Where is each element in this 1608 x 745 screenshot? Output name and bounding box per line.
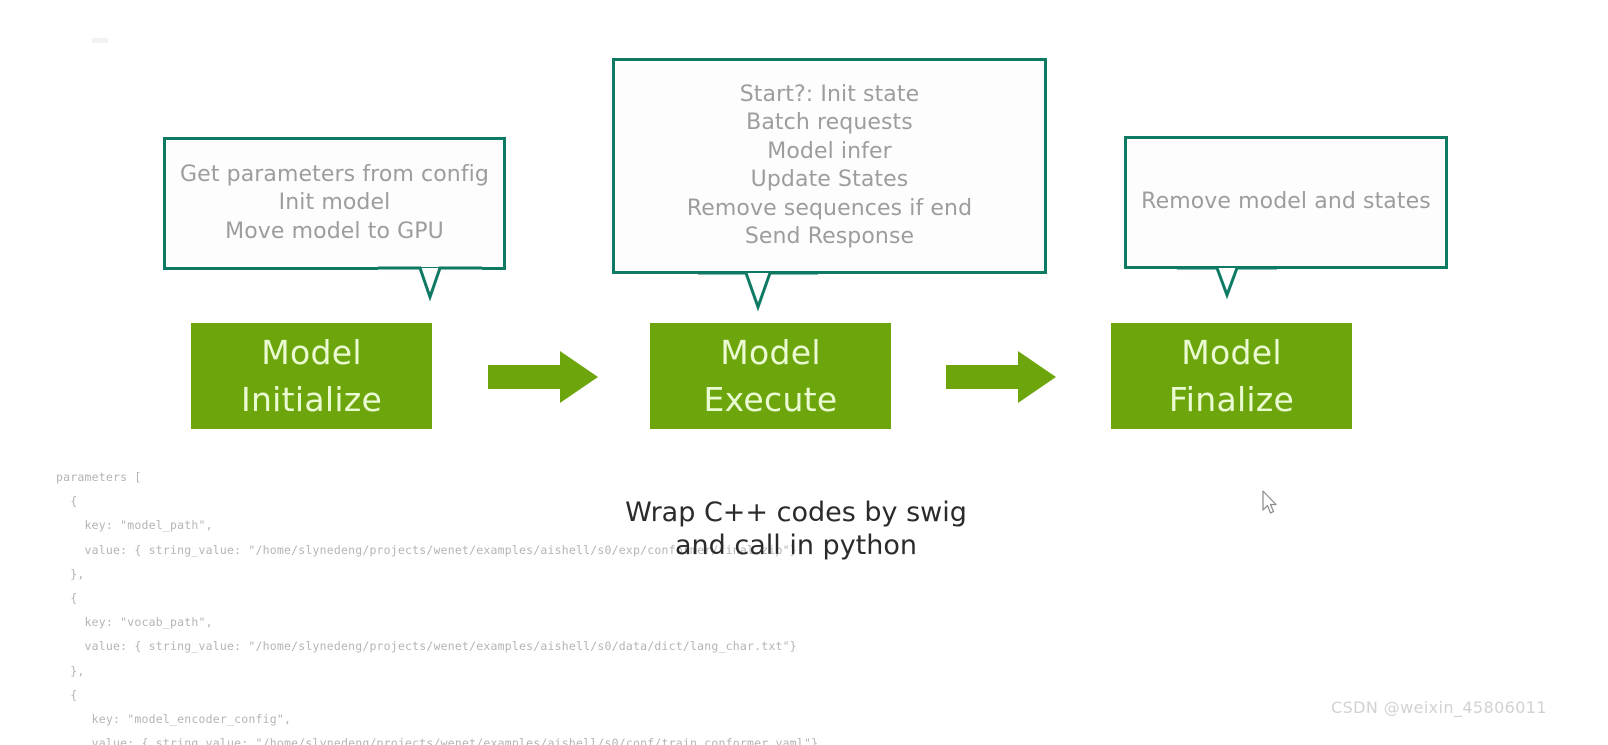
finalize-callout-notch <box>1177 266 1277 300</box>
model-initialize-line1: Model <box>261 333 362 372</box>
finalize-callout-text: Remove model and states <box>1141 189 1431 215</box>
model-finalize-box[interactable]: Model Finalize <box>1111 323 1352 429</box>
arrow-execute-to-finalize <box>946 351 1056 403</box>
mouse-pointer-icon <box>1262 490 1280 516</box>
initialize-callout-text: Get parameters from config Init model Mo… <box>180 161 489 244</box>
csdn-watermark: CSDN @weixin_45806011 <box>1331 698 1547 717</box>
model-execute-line2: Execute <box>703 380 838 419</box>
arrow-initialize-to-execute <box>488 351 598 403</box>
initialize-callout: Get parameters from config Init model Mo… <box>163 137 506 302</box>
swig-annotation: Wrap C++ codes by swig and call in pytho… <box>625 497 967 561</box>
model-initialize-line2: Initialize <box>240 380 383 419</box>
model-initialize-box[interactable]: Model Initialize <box>191 323 432 429</box>
page-speck <box>92 38 108 43</box>
model-execute-line1: Model <box>720 333 821 372</box>
execute-callout-text: Start?: Init state Batch requests Model … <box>686 81 973 250</box>
execute-callout: Start?: Init state Batch requests Model … <box>612 58 1047 312</box>
model-execute-box[interactable]: Model Execute <box>650 323 891 429</box>
execute-callout-notch <box>698 271 818 313</box>
finalize-callout: Remove model and states <box>1124 136 1448 300</box>
slide-canvas: Get parameters from config Init model Mo… <box>0 0 1608 745</box>
model-finalize-line1: Model <box>1181 333 1282 372</box>
initialize-callout-notch <box>378 266 482 302</box>
model-finalize-line2: Finalize <box>1168 380 1295 419</box>
